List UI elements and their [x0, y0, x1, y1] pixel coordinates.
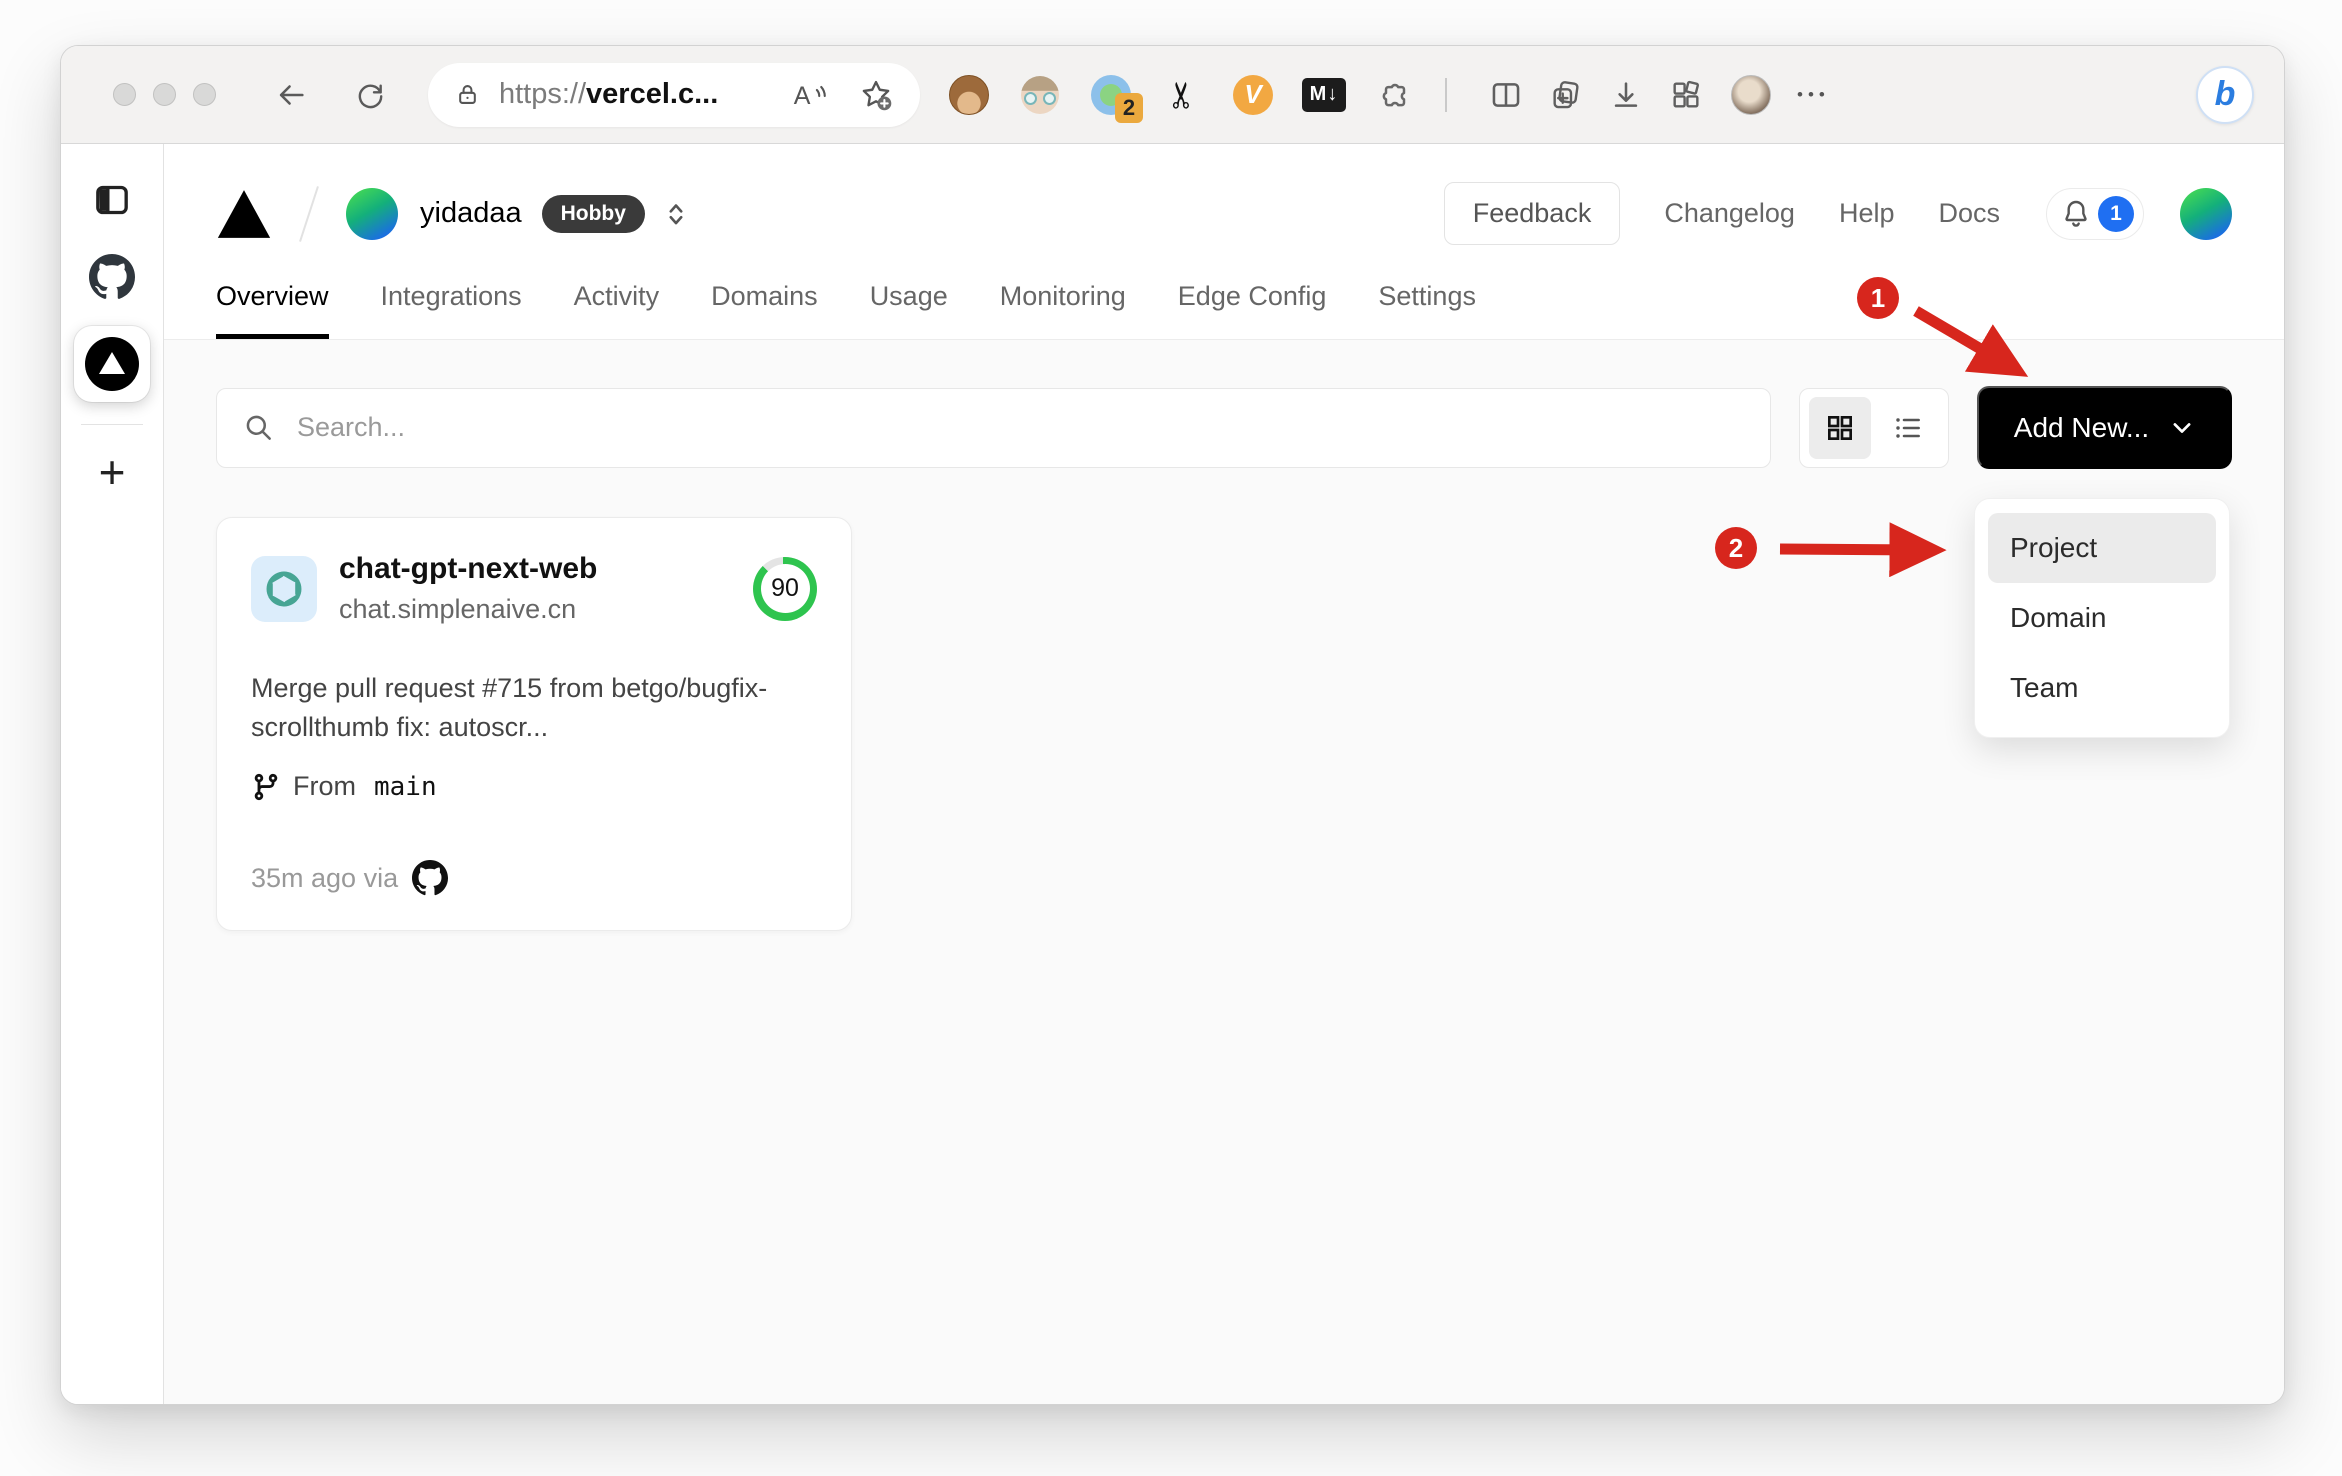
split-screen-button[interactable]: [1489, 78, 1523, 112]
downloads-button[interactable]: [1609, 78, 1643, 112]
chevron-updown-icon: [669, 203, 683, 224]
list-view-button[interactable]: [1877, 397, 1939, 459]
address-bar[interactable]: https://vercel.c... A: [428, 62, 920, 127]
deploy-time: 35m ago via: [251, 862, 399, 893]
extension-avatar-icon[interactable]: [1018, 73, 1062, 117]
extension-tampermonkey-icon[interactable]: [947, 73, 991, 117]
notifications-button[interactable]: 1: [2046, 187, 2144, 240]
project-name: chat-gpt-next-web: [339, 552, 598, 585]
feedback-button[interactable]: Feedback: [1443, 182, 1621, 245]
browser-sidebar: +: [61, 144, 164, 1404]
zoom-window-button[interactable]: [193, 83, 216, 106]
list-view-icon: [1896, 417, 1920, 438]
projects-content: Search... Add New... chat-gpt-next-web c…: [164, 340, 2284, 1404]
back-button[interactable]: [274, 78, 308, 112]
tab-overview[interactable]: Overview: [216, 281, 329, 339]
dropdown-item-domain[interactable]: Domain: [1988, 583, 2216, 653]
window-controls: [113, 83, 216, 106]
tab-activity[interactable]: Activity: [574, 281, 660, 339]
search-placeholder: Search...: [297, 412, 406, 442]
favorites-add-icon[interactable]: [858, 77, 894, 113]
vercel-header: yidadaa Hobby Feedback Changelog Help Do…: [164, 144, 2284, 340]
svg-text:A: A: [794, 81, 811, 109]
search-icon: [246, 415, 271, 440]
browser-toolbar: https://vercel.c... A 2 ✂ V M↓ ••• b: [61, 46, 2284, 144]
notification-count-badge: 1: [2098, 195, 2134, 232]
extension-scissors-icon[interactable]: ✂: [1160, 73, 1204, 117]
lighthouse-score: 90: [760, 564, 810, 613]
tab-domains[interactable]: Domains: [711, 281, 818, 339]
lighthouse-score-ring[interactable]: 90: [753, 556, 817, 621]
reload-icon: [358, 83, 383, 108]
proxy-badge: 2: [1115, 92, 1143, 123]
settings-more-button[interactable]: •••: [1797, 85, 1830, 105]
tab-monitoring[interactable]: Monitoring: [1000, 281, 1126, 339]
url-text: https://vercel.c...: [499, 78, 719, 110]
docs-link[interactable]: Docs: [1938, 198, 2000, 229]
chevron-down-icon: [2173, 422, 2191, 433]
grid-view-button[interactable]: [1809, 396, 1871, 459]
grid-view-icon: [1828, 415, 1852, 440]
github-icon: [412, 860, 449, 896]
reload-button[interactable]: [354, 79, 386, 111]
tab-usage[interactable]: Usage: [870, 281, 948, 339]
immersive-reader-icon[interactable]: A: [792, 80, 828, 110]
vercel-tab-icon: [85, 337, 139, 391]
project-card[interactable]: chat-gpt-next-web chat.simplenaive.cn 90…: [216, 517, 852, 932]
back-arrow-icon: [279, 84, 304, 105]
extensions-puzzle-icon[interactable]: [1373, 73, 1417, 117]
tab-edge-config[interactable]: Edge Config: [1178, 281, 1327, 339]
vercel-logo[interactable]: [216, 189, 272, 239]
browser-window: https://vercel.c... A 2 ✂ V M↓ ••• b + y…: [60, 45, 2285, 1405]
bing-chat-button[interactable]: b: [2196, 65, 2254, 124]
user-avatar[interactable]: [2180, 187, 2232, 240]
tab-integrations[interactable]: Integrations: [381, 281, 522, 339]
sidebar-divider: [81, 424, 143, 425]
dropdown-item-project[interactable]: Project: [1988, 513, 2216, 583]
close-window-button[interactable]: [113, 83, 136, 106]
minimize-window-button[interactable]: [153, 83, 176, 106]
bell-icon: [2065, 200, 2087, 227]
changelog-link[interactable]: Changelog: [1664, 198, 1795, 229]
branch-name: main: [374, 771, 437, 802]
collections-apps-icon[interactable]: [1669, 78, 1703, 112]
tab-settings[interactable]: Settings: [1378, 281, 1476, 339]
view-toggle: [1799, 387, 1949, 468]
dashboard-tabs: Overview Integrations Activity Domains U…: [216, 281, 2232, 339]
dropdown-item-team[interactable]: Team: [1988, 653, 2216, 723]
extension-vimium-icon[interactable]: V: [1231, 73, 1275, 117]
team-avatar: [346, 187, 398, 240]
plan-badge: Hobby: [541, 194, 645, 233]
add-tab-to-collection-button[interactable]: [1549, 78, 1583, 112]
sidebar-tab-vercel-active[interactable]: [74, 326, 150, 402]
add-new-button[interactable]: Add New...: [1977, 386, 2232, 469]
branch-prefix: From: [293, 771, 356, 802]
latest-commit-message: Merge pull request #715 from betgo/bugfi…: [251, 673, 768, 743]
browser-profile-avatar[interactable]: [1731, 74, 1771, 115]
add-new-dropdown: Project Domain Team: [1974, 498, 2230, 738]
project-domain[interactable]: chat.simplenaive.cn: [339, 594, 597, 625]
extension-proxy-icon[interactable]: 2: [1089, 73, 1143, 123]
search-input[interactable]: Search...: [216, 387, 1771, 468]
git-branch-icon: [254, 773, 278, 800]
lock-icon: [459, 85, 476, 104]
team-switcher-button[interactable]: [663, 201, 689, 227]
project-openai-icon: [251, 555, 317, 622]
sidebar-tab-github-icon[interactable]: [89, 254, 135, 300]
sidebar-toggle-icon[interactable]: [92, 180, 132, 220]
new-tab-button[interactable]: +: [99, 449, 126, 495]
breadcrumb-slash: [299, 185, 319, 242]
help-link[interactable]: Help: [1839, 198, 1895, 229]
extension-markdown-icon[interactable]: M↓: [1302, 73, 1346, 117]
team-name: yidadaa: [420, 197, 522, 229]
toolbar-divider: [1445, 77, 1447, 112]
